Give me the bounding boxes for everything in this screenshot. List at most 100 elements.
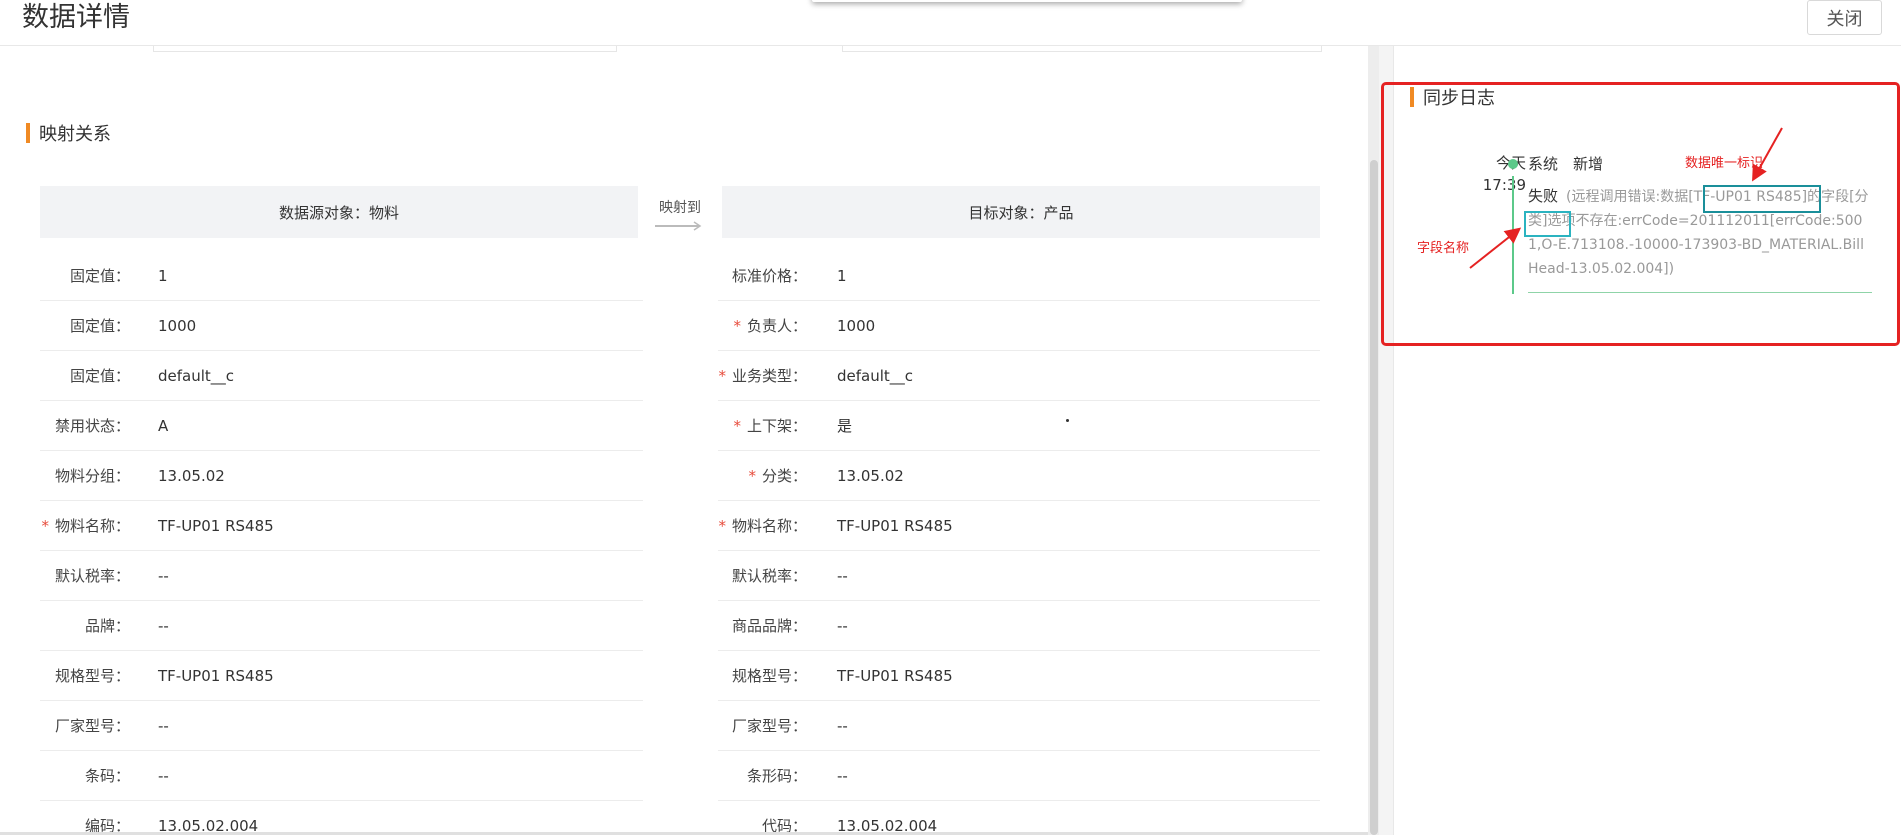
field-value: 13.05.02.004 <box>158 817 259 835</box>
field-label: 条形码： <box>718 751 807 801</box>
field-label: * 物料名称： <box>718 501 807 551</box>
field-row: 固定值： 1 <box>40 251 643 301</box>
field-value: 1 <box>158 267 168 285</box>
field-row: * 分类： 13.05.02 <box>718 451 1320 501</box>
field-label-text: 禁用状态： <box>54 417 130 435</box>
field-label-text: 标准价格： <box>731 267 807 285</box>
field-value: TF-UP01 RS485 <box>158 667 274 685</box>
field-row: * 负责人： 1000 <box>718 301 1320 351</box>
page-header: 数据详情 关闭 <box>0 0 1901 46</box>
field-label-text: 物料分组： <box>54 467 130 485</box>
field-label: 物料分组： <box>40 451 130 501</box>
field-value: TF-UP01 RS485 <box>158 517 274 535</box>
field-row: 规格型号： TF-UP01 RS485 <box>718 651 1320 701</box>
field-value: 1000 <box>158 317 197 335</box>
field-row: 品牌： -- <box>40 601 643 651</box>
field-row: 代码： 13.05.02.004 <box>718 801 1320 835</box>
field-label-text: 业务类型： <box>731 367 807 385</box>
field-label: * 负责人： <box>718 301 807 351</box>
field-label-text: 厂家型号： <box>731 717 807 735</box>
section-title: 映射关系 <box>39 124 111 145</box>
source-object-header: 数据源对象：物料 <box>40 186 638 238</box>
required-asterisk: * <box>718 367 726 385</box>
field-value: A <box>158 417 169 435</box>
previous-card-edge <box>842 46 1322 52</box>
field-label-text: 规格型号： <box>54 667 130 685</box>
annotation-frame <box>1381 82 1900 346</box>
field-label: 默认税率： <box>718 551 807 601</box>
field-value: TF-UP01 RS485 <box>837 667 953 685</box>
required-asterisk: * <box>41 517 49 535</box>
field-value: -- <box>837 567 848 585</box>
field-label: 编码： <box>40 801 130 835</box>
field-label-text: 品牌： <box>84 617 130 635</box>
required-asterisk: * <box>733 417 741 435</box>
accent-bar <box>26 123 30 143</box>
mapping-arrow-label: 映射到 <box>659 200 701 216</box>
field-label-text: 规格型号： <box>731 667 807 685</box>
field-label-text: 默认税率： <box>54 567 130 585</box>
field-row: 标准价格： 1 <box>718 251 1320 301</box>
field-label: 厂家型号： <box>40 701 130 751</box>
field-value: 是 <box>837 417 853 435</box>
field-label: 固定值： <box>40 351 130 401</box>
field-label-text: 物料名称： <box>54 517 130 535</box>
field-row: 条码： -- <box>40 751 643 801</box>
field-label: 固定值： <box>40 251 130 301</box>
field-label-text: 厂家型号： <box>54 717 130 735</box>
field-label: 商品品牌： <box>718 601 807 651</box>
field-row: * 物料名称： TF-UP01 RS485 <box>718 501 1320 551</box>
field-row: 禁用状态： A <box>40 401 643 451</box>
field-row: * 上下架： 是 <box>718 401 1320 451</box>
right-arrow-icon <box>655 221 702 231</box>
field-value: -- <box>837 617 848 635</box>
target-object-header: 目标对象：产品 <box>722 186 1320 238</box>
mapping-panel: 映射关系 数据源对象：物料 映射到 目标对象：产品 固定值： 1 固定值： 1000 固… <box>0 46 1368 835</box>
field-value: -- <box>837 717 848 735</box>
field-row: 固定值： default__c <box>40 351 643 401</box>
field-label: * 分类： <box>718 451 807 501</box>
unique-id-annotation: 数据唯一标识 <box>1685 156 1764 171</box>
field-row: 编码： 13.05.02.004 <box>40 801 643 835</box>
field-value: default__c <box>158 367 235 385</box>
field-row: 厂家型号： -- <box>718 701 1320 751</box>
mapping-section-heading: 映射关系 <box>26 122 111 145</box>
mapping-arrow: 映射到 <box>655 197 705 231</box>
field-value: -- <box>158 617 169 635</box>
field-row: * 业务类型： default__c <box>718 351 1320 401</box>
field-row: 规格型号： TF-UP01 RS485 <box>40 651 643 701</box>
field-value: default__c <box>837 367 914 385</box>
field-value: 13.05.02 <box>158 467 225 485</box>
field-label-text: 固定值： <box>69 267 130 285</box>
field-label: 固定值： <box>40 301 130 351</box>
field-row: 商品品牌： -- <box>718 601 1320 651</box>
field-label: 品牌： <box>40 601 130 651</box>
field-value: -- <box>837 767 848 785</box>
required-asterisk: * <box>718 517 726 535</box>
field-label-text: 物料名称： <box>731 517 807 535</box>
field-label-text: 商品品牌： <box>731 617 807 635</box>
field-label: 禁用状态： <box>40 401 130 451</box>
scrollbar-thumb[interactable] <box>1370 160 1378 835</box>
field-label-text: 默认税率： <box>731 567 807 585</box>
field-value: 1000 <box>837 317 876 335</box>
source-field-list: 固定值： 1 固定值： 1000 固定值： default__c 禁用状态： A 物料分组： 13… <box>40 251 643 835</box>
floating-popover-edge <box>812 0 1242 2</box>
field-label-text: 负责人： <box>746 317 807 335</box>
field-value: -- <box>158 717 169 735</box>
field-label: 规格型号： <box>40 651 130 701</box>
field-label: 标准价格： <box>718 251 807 301</box>
field-row: 固定值： 1000 <box>40 301 643 351</box>
field-row: 条形码： -- <box>718 751 1320 801</box>
field-name-annotation: 字段名称 <box>1417 241 1470 256</box>
field-label: 默认税率： <box>40 551 130 601</box>
field-row: 物料分组： 13.05.02 <box>40 451 643 501</box>
field-row: * 物料名称： TF-UP01 RS485 <box>40 501 643 551</box>
field-value: 13.05.02 <box>837 467 904 485</box>
field-value: 1 <box>837 267 847 285</box>
field-value: TF-UP01 RS485 <box>837 517 953 535</box>
previous-card-edge <box>153 46 617 52</box>
field-label-text: 分类： <box>761 467 807 485</box>
close-button[interactable]: 关闭 <box>1807 0 1882 35</box>
field-value: -- <box>158 767 169 785</box>
